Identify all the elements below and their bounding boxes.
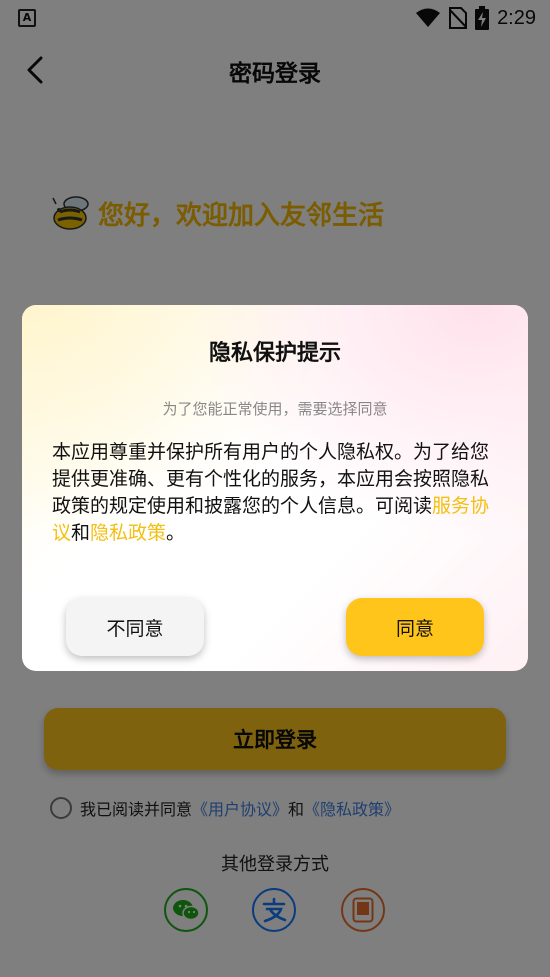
dialog-body-text: 本应用尊重并保护所有用户的个人隐私权。为了给您提供更准确、更有个性化的服务，本应… (52, 441, 490, 517)
login-screen: A 2:29 密码登录 您好，欢迎加入友邻生活 立即登录 我已阅读并同意 《用户… (0, 0, 550, 977)
dialog-subtitle: 为了您能正常使用，需要选择同意 (162, 400, 388, 418)
agree-button[interactable]: 同意 (346, 598, 484, 656)
privacy-policy-dialog-link[interactable]: 隐私政策 (90, 522, 166, 544)
dialog-title: 隐私保护提示 (208, 341, 341, 366)
privacy-dialog: 隐私保护提示 为了您能正常使用，需要选择同意 本应用尊重并保护所有用户的个人隐私… (22, 305, 528, 671)
dialog-period: 。 (166, 522, 186, 544)
dialog-and: 和 (71, 522, 91, 544)
dialog-body: 本应用尊重并保护所有用户的个人隐私权。为了给您提供更准确、更有个性化的服务，本应… (52, 439, 498, 547)
disagree-button[interactable]: 不同意 (66, 598, 204, 656)
